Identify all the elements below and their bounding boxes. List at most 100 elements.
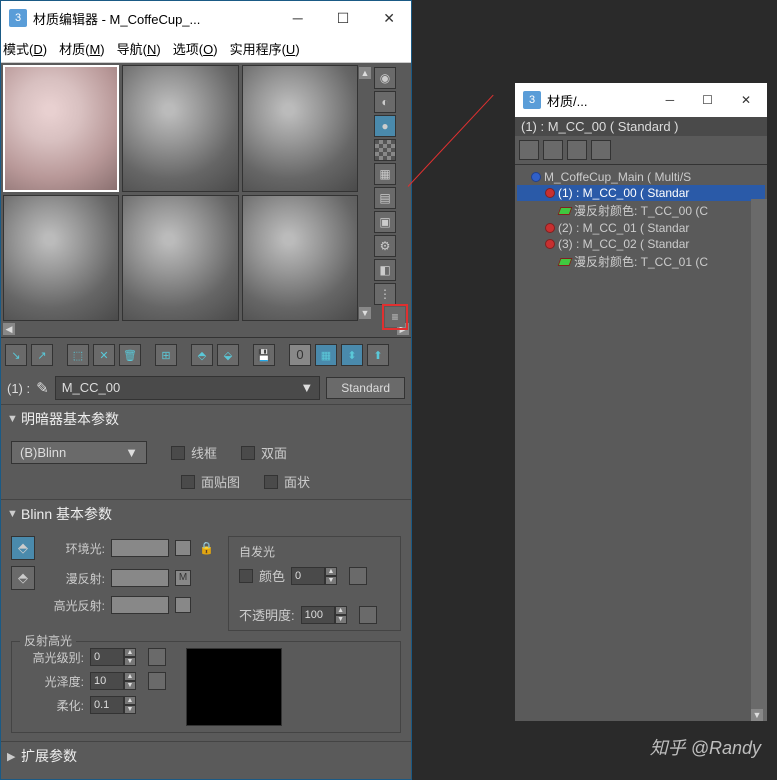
get-material-icon[interactable]: ↘	[5, 344, 27, 366]
slots-hscroll[interactable]: ◀ ▶	[1, 323, 411, 337]
options-icon[interactable]: ⚙	[374, 235, 396, 257]
select-by-mat-icon[interactable]: ◧	[374, 259, 396, 281]
red-node-icon	[545, 188, 555, 198]
menu-navigation[interactable]: 导航(N)	[117, 39, 161, 58]
green-node-icon	[558, 207, 573, 215]
material-slot-5[interactable]	[122, 195, 238, 322]
minimize-button[interactable]: ─	[658, 91, 683, 109]
spin-down-icon[interactable]: ▼	[335, 615, 347, 624]
close-button[interactable]: ✕	[375, 8, 403, 29]
spin-down-icon[interactable]: ▼	[325, 576, 337, 585]
spin-up-icon[interactable]: ▲	[325, 567, 337, 576]
view-list-icon[interactable]	[519, 140, 539, 160]
pattern-icon[interactable]	[374, 139, 396, 161]
material-map-navigator-icon[interactable]: ≡	[385, 307, 405, 327]
sample-type-icon[interactable]: ◉	[374, 67, 396, 89]
make-copy-icon[interactable]: ⊞	[155, 344, 177, 366]
put-to-scene-icon[interactable]: ↗	[31, 344, 53, 366]
reset-map-icon[interactable]: ✕	[93, 344, 115, 366]
delete-icon[interactable]: 🗑	[119, 344, 141, 366]
scroll-left-icon[interactable]: ◀	[3, 323, 15, 335]
soften-value[interactable]: 0.1	[90, 696, 124, 714]
material-slot-6[interactable]	[242, 195, 358, 322]
show-end-result-icon[interactable]: ⬍	[341, 344, 363, 366]
scroll-down-icon[interactable]: ▼	[751, 709, 763, 721]
tree-row[interactable]: (3) : M_CC_02 ( Standar	[517, 236, 765, 252]
material-name-dropdown[interactable]: M_CC_00▼	[55, 376, 321, 400]
material-slot-2[interactable]	[122, 65, 238, 192]
menu-material[interactable]: 材质(M)	[59, 39, 105, 58]
video-check-icon[interactable]: ▤	[374, 187, 396, 209]
red-node-icon	[545, 239, 555, 249]
material-map-nav-icon[interactable]: ⋮	[374, 283, 396, 305]
gloss-map-btn[interactable]	[148, 672, 166, 690]
face-map-checkbox[interactable]	[181, 475, 195, 489]
show-map-icon[interactable]: ▦	[315, 344, 337, 366]
put-to-lib-icon[interactable]: ⬙	[217, 344, 239, 366]
tree-label: 漫反射颜色: T_CC_01 (C	[574, 253, 708, 270]
spec-level-map-btn[interactable]	[148, 648, 166, 666]
tree-label: (1) : M_CC_00 ( Standar	[558, 186, 689, 200]
view-large-icon[interactable]	[591, 140, 611, 160]
ambient-map-btn[interactable]	[175, 540, 191, 556]
make-unique-icon[interactable]: ⬘	[191, 344, 213, 366]
gloss-value[interactable]: 10	[90, 672, 124, 690]
make-preview-icon[interactable]: ▣	[374, 211, 396, 233]
rollout-extended[interactable]: ▶ 扩展参数	[1, 741, 411, 770]
maximize-button[interactable]: ☐	[694, 91, 721, 109]
tree-row[interactable]: (2) : M_CC_01 ( Standar	[517, 220, 765, 236]
ambient-lock-icon[interactable]: ⬘	[11, 536, 35, 560]
material-id-box[interactable]: 0	[289, 344, 311, 366]
lock-icon[interactable]: 🔒	[199, 541, 214, 555]
material-slot-3[interactable]	[242, 65, 358, 192]
scroll-down-icon[interactable]: ▼	[359, 307, 371, 319]
self-illum-map-btn[interactable]	[349, 567, 367, 585]
assign-to-sel-icon[interactable]: ⬚	[67, 344, 89, 366]
diffuse-lock-icon[interactable]: ⬘	[11, 566, 35, 590]
sample-uv-icon[interactable]: ▦	[374, 163, 396, 185]
save-icon[interactable]: 💾	[253, 344, 275, 366]
menu-mode[interactable]: 模式(D)	[3, 39, 47, 58]
opacity-map-btn[interactable]	[359, 606, 377, 624]
horizontal-toolbar: ↘ ↗ ⬚ ✕ 🗑 ⊞ ⬘ ⬙ 💾 0 ▦ ⬍ ⬆	[1, 337, 411, 372]
tree-label: M_CoffeCup_Main ( Multi/S	[544, 170, 691, 184]
rollout-blinn-basic[interactable]: ▼ Blinn 基本参数	[1, 499, 411, 528]
material-slot-1[interactable]	[3, 65, 119, 192]
material-editor-window: 3 材质编辑器 - M_CoffeCup_... ─ ☐ ✕ 模式(D) 材质(…	[0, 0, 412, 780]
self-illum-value[interactable]: 0	[291, 567, 325, 585]
view-small-icon[interactable]	[543, 140, 563, 160]
rollout-shader-basic[interactable]: ▼ 明暗器基本参数	[1, 404, 411, 433]
close-button[interactable]: ✕	[733, 91, 759, 109]
menu-utilities[interactable]: 实用程序(U)	[230, 39, 300, 58]
shader-type-dropdown[interactable]: (B)Blinn▼	[11, 441, 147, 464]
tree-row[interactable]: (1) : M_CC_00 ( Standar	[517, 185, 765, 201]
material-slot-4[interactable]	[3, 195, 119, 322]
nav-vscroll[interactable]: ▼	[751, 199, 767, 721]
background-icon[interactable]: ●	[374, 115, 396, 137]
scroll-up-icon[interactable]: ▲	[359, 67, 371, 79]
menu-options[interactable]: 选项(O)	[173, 39, 218, 58]
spec-level-value[interactable]: 0	[90, 648, 124, 666]
diffuse-map-btn[interactable]: M	[175, 570, 191, 586]
backlight-icon[interactable]: ◐	[374, 91, 396, 113]
material-type-button[interactable]: Standard	[326, 377, 405, 399]
ambient-swatch[interactable]	[111, 539, 169, 557]
faceted-checkbox[interactable]	[264, 475, 278, 489]
tree-row[interactable]: 漫反射颜色: T_CC_00 (C	[517, 201, 765, 220]
tree-row[interactable]: 漫反射颜色: T_CC_01 (C	[517, 252, 765, 271]
view-medium-icon[interactable]	[567, 140, 587, 160]
diffuse-swatch[interactable]	[111, 569, 169, 587]
opacity-value[interactable]: 100	[301, 606, 335, 624]
spin-up-icon[interactable]: ▲	[335, 606, 347, 615]
eyedropper-icon[interactable]: ✎	[36, 379, 49, 397]
specular-swatch[interactable]	[111, 596, 169, 614]
self-illum-color-checkbox[interactable]	[239, 569, 253, 583]
tree-row[interactable]: M_CoffeCup_Main ( Multi/S	[517, 169, 765, 185]
minimize-button[interactable]: ─	[285, 8, 311, 29]
go-to-parent-icon[interactable]: ⬆	[367, 344, 389, 366]
slots-vscroll[interactable]: ▲ ▼	[358, 65, 372, 321]
maximize-button[interactable]: ☐	[329, 8, 358, 29]
wire-checkbox[interactable]	[171, 446, 185, 460]
two-sided-checkbox[interactable]	[241, 446, 255, 460]
specular-map-btn[interactable]	[175, 597, 191, 613]
